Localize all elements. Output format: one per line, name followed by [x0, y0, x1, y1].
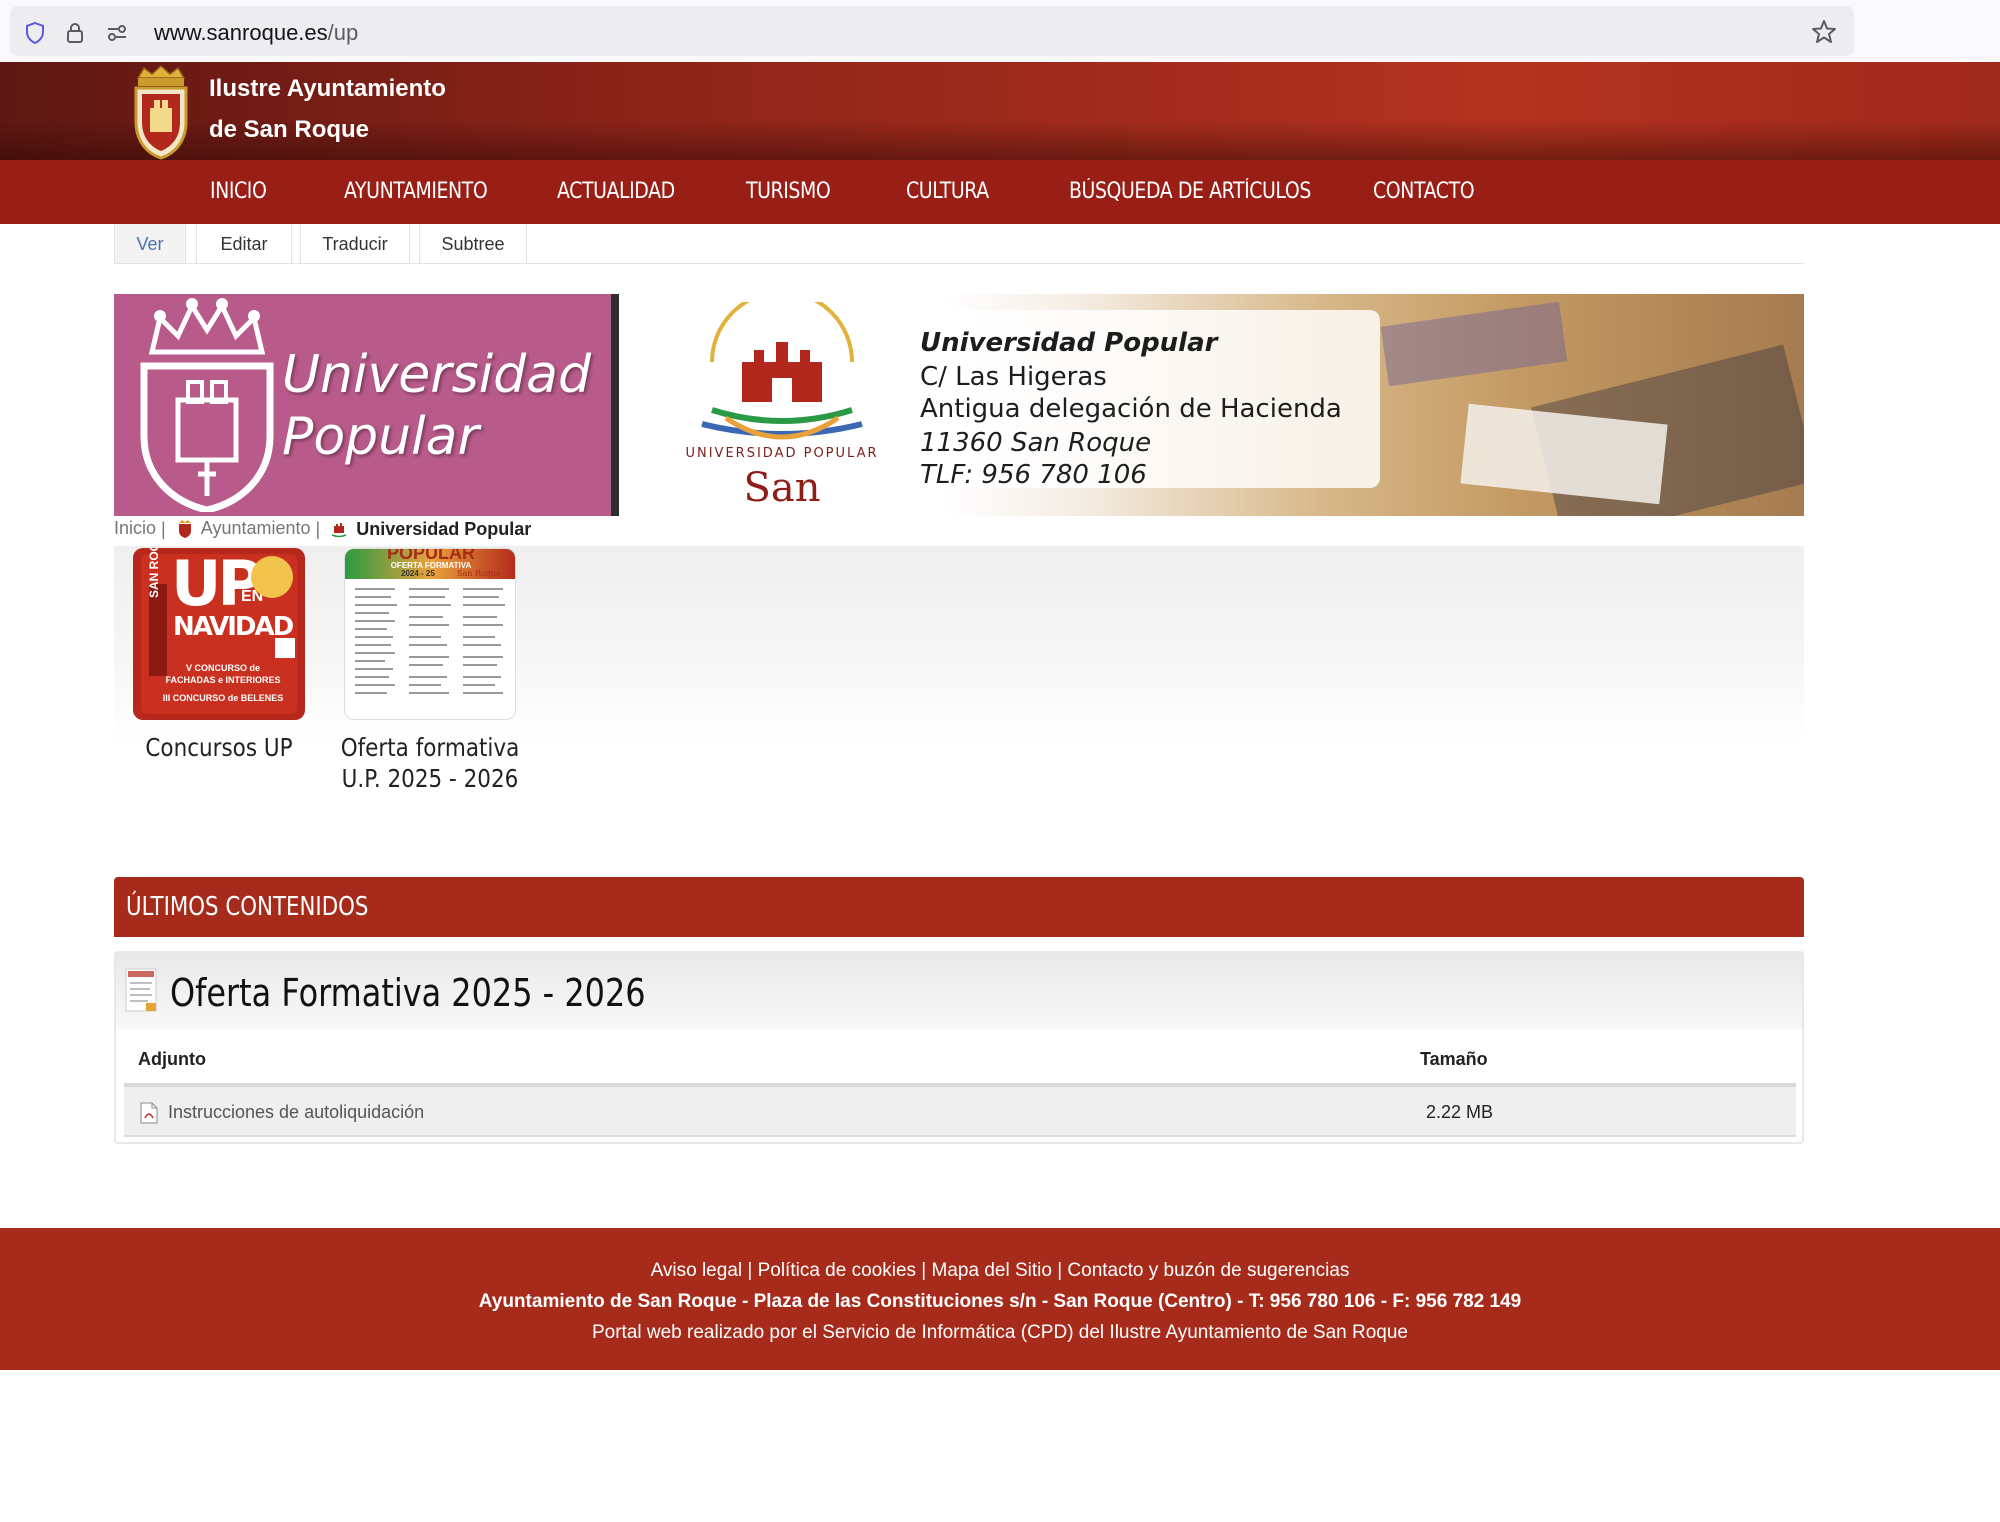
nav-turismo[interactable]: TURISMO	[746, 160, 831, 224]
footer-credit: Portal web realizado por el Servicio de …	[591, 1322, 1409, 1343]
main-navigation: INICIO AYUNTAMIENTO ACTUALIDAD TURISMO C…	[0, 160, 2000, 224]
table-row: Instrucciones de autoliquidación 2.22 MB	[124, 1087, 1796, 1137]
footer-links[interactable]: Aviso legal | Política de cookies | Mapa…	[0, 1260, 2000, 1282]
contact-banner: UNIVERSIDAD POPULAR San Roque Universida…	[644, 294, 1804, 516]
pdf-file-icon	[140, 1102, 158, 1124]
nav-actualidad[interactable]: ACTUALIDAD	[557, 160, 675, 224]
concursos-up-poster[interactable]: SAN ROQUE UP EN NAVIDAD V CONCURSO de FA…	[133, 548, 305, 720]
card-label-concursos-up[interactable]: Concursos UP	[124, 732, 313, 763]
page-settings-icon[interactable]	[104, 20, 130, 46]
content-item-title[interactable]: Oferta Formativa 2025 - 2026	[170, 953, 646, 1033]
column-header-adjunto: Adjunto	[138, 1049, 206, 1069]
nav-contacto[interactable]: CONTACTO	[1373, 160, 1475, 224]
section-title: ÚLTIMOS CONTENIDOS	[126, 892, 369, 922]
footer-address: Ayuntamiento de San Roque - Plaza de las…	[478, 1291, 1522, 1312]
document-thumbnail-icon	[125, 968, 157, 1012]
site-footer: Aviso legal | Política de cookies | Mapa…	[0, 1228, 2000, 1370]
url-text[interactable]: www.sanroque.es/up	[154, 20, 358, 46]
oferta-formativa-poster[interactable]: POPULAR OFERTA FORMATIVA 2024 - 25 San R…	[344, 548, 516, 720]
address-phone: TLF: 956 780 106	[920, 460, 1147, 490]
shield-icon[interactable]	[22, 20, 48, 46]
address-bar[interactable]: www.sanroque.es/up	[10, 6, 1854, 56]
site-title[interactable]: Ilustre Ayuntamiento de San Roque	[209, 68, 446, 150]
breadcrumb-current: Universidad Popular	[356, 518, 532, 539]
universidad-popular-icon	[331, 523, 347, 538]
address-name: Universidad Popular	[920, 328, 1218, 358]
site-header: Ilustre Ayuntamiento de San Roque	[0, 62, 2000, 160]
nav-inicio[interactable]: INICIO	[210, 160, 267, 224]
address-card: Universidad Popular C/ Las Higeras Antig…	[904, 310, 1380, 490]
tab-editar[interactable]: Editar	[196, 224, 292, 264]
address-street: C/ Las Higeras	[920, 362, 1107, 392]
coat-of-arms-logo[interactable]	[128, 64, 194, 160]
tab-subtree[interactable]: Subtree	[419, 224, 527, 264]
address-city: 11360 San Roque	[920, 428, 1152, 458]
column-header-tamano: Tamaño	[1420, 1049, 1488, 1069]
tab-ver[interactable]: Ver	[114, 224, 186, 264]
course-list-graphic	[355, 588, 505, 694]
attachment-link[interactable]: Instrucciones de autoliquidación	[168, 1087, 424, 1137]
nav-busqueda-articulos[interactable]: BÚSQUEDA DE ARTÍCULOS	[1069, 160, 1311, 224]
breadcrumb-inicio[interactable]: Inicio	[114, 518, 156, 538]
crest-watermark-icon	[140, 298, 274, 512]
lock-icon[interactable]	[62, 20, 88, 46]
content-item-header: Oferta Formativa 2025 - 2026	[116, 953, 1802, 1029]
tab-traducir[interactable]: Traducir	[300, 224, 410, 264]
card-label-oferta-formativa[interactable]: Oferta formativa U.P. 2025 - 2026	[335, 732, 524, 794]
nav-ayuntamiento[interactable]: AYUNTAMIENTO	[344, 160, 488, 224]
banner-left-title: Universidad Popular	[282, 345, 592, 467]
bookmark-star-icon[interactable]	[1810, 18, 1838, 46]
admin-tabs: Ver Editar Traducir Subtree	[114, 224, 1804, 264]
breadcrumb: Inicio | Ayuntamiento | Universidad Popu…	[114, 518, 532, 539]
latest-content-panel: Oferta Formativa 2025 - 2026 Adjunto Tam…	[114, 951, 1804, 1144]
universidad-popular-banner[interactable]: Universidad Popular	[114, 294, 619, 516]
logo-caption: UNIVERSIDAD POPULAR San Roque	[685, 446, 879, 516]
latest-content-header: ÚLTIMOS CONTENIDOS	[114, 877, 1804, 937]
nav-cultura[interactable]: CULTURA	[906, 160, 989, 224]
browser-toolbar: www.sanroque.es/up	[0, 0, 2000, 62]
ayuntamiento-crest-icon	[178, 520, 191, 539]
attachment-size: 2.22 MB	[1426, 1102, 1494, 1122]
breadcrumb-ayuntamiento[interactable]: Ayuntamiento	[201, 518, 311, 538]
address-building: Antigua delegación de Hacienda	[920, 394, 1342, 424]
